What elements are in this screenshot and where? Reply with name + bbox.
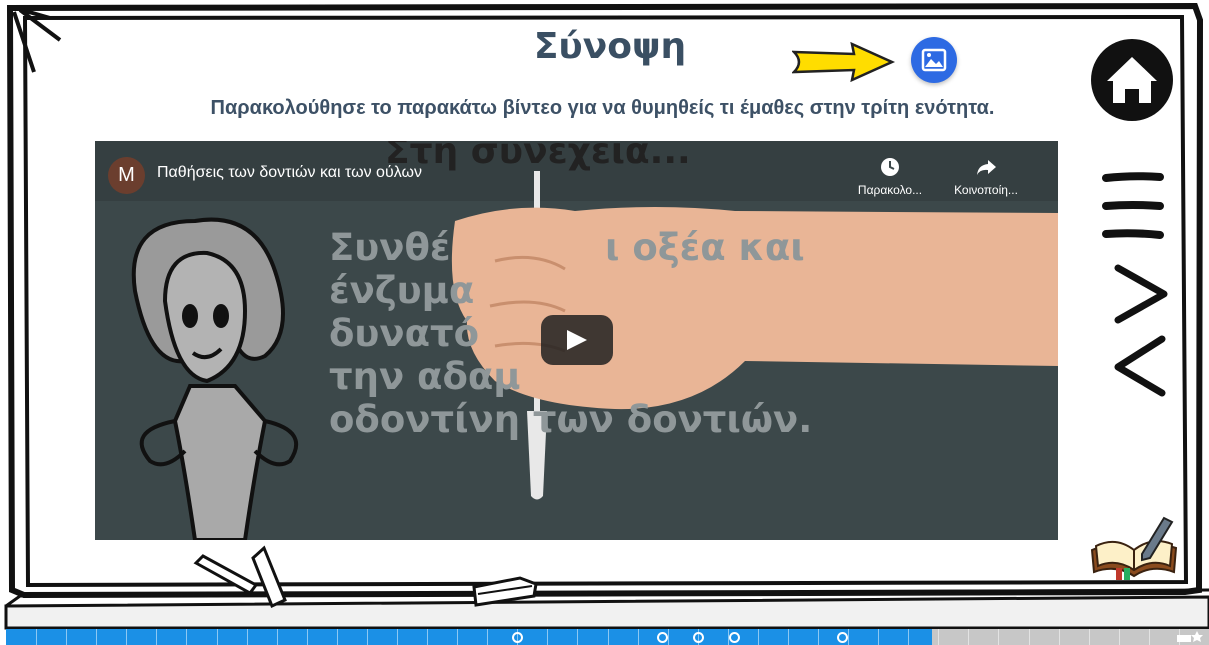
share-icon xyxy=(977,160,996,175)
progress-segment-divider xyxy=(367,629,368,645)
page-subtitle: Παρακολούθησε το παρακάτω βίντεο για να … xyxy=(210,97,995,119)
share-label: Κοινοποίη... xyxy=(954,183,1018,197)
image-icon xyxy=(921,48,947,72)
image-button[interactable] xyxy=(911,37,957,83)
notes-button[interactable] xyxy=(1086,510,1182,582)
progress-segment-divider xyxy=(217,629,218,645)
menu-button[interactable] xyxy=(1102,170,1164,242)
progress-segment-divider xyxy=(66,629,67,645)
progress-segment-divider xyxy=(1149,629,1150,645)
progress-segment-divider xyxy=(788,629,789,645)
home-icon xyxy=(1091,39,1173,121)
progress-marker[interactable] xyxy=(693,632,704,643)
progress-segment-divider xyxy=(818,629,819,645)
progress-segment-divider xyxy=(277,629,278,645)
video-title[interactable]: Παθήσεις των δοντιών και των ούλων xyxy=(157,164,422,182)
share-button[interactable]: Κοινοποίη... xyxy=(941,155,1031,197)
progress-segment-divider xyxy=(848,629,849,645)
progress-segment-divider xyxy=(307,629,308,645)
bookmark-star-icon[interactable] xyxy=(1177,631,1203,643)
hamburger-menu-icon xyxy=(1102,172,1164,239)
clock-icon xyxy=(881,158,899,176)
progress-marker[interactable] xyxy=(657,632,668,643)
progress-marker[interactable] xyxy=(512,632,523,643)
progress-segment-divider xyxy=(758,629,759,645)
channel-avatar[interactable]: M xyxy=(108,157,145,194)
notebook-pen-icon xyxy=(1090,516,1178,580)
progress-segment-divider xyxy=(1119,629,1120,645)
arrow-right-icon xyxy=(792,42,896,82)
progress-segment-divider xyxy=(938,629,939,645)
progress-marker[interactable] xyxy=(837,632,848,643)
progress-segment-divider xyxy=(126,629,127,645)
watch-later-label: Παρακολο... xyxy=(857,183,923,197)
video-player[interactable]: Στη συνέχεια... Συνθέ ι οξέα και ένζυμα … xyxy=(95,141,1058,540)
previous-button[interactable] xyxy=(1110,333,1170,399)
progress-segment-divider xyxy=(247,629,248,645)
progress-segment-divider xyxy=(1059,629,1060,645)
video-heading-text: Στη συνέχεια... xyxy=(385,141,691,172)
progress-segment-divider xyxy=(156,629,157,645)
progress-segment-divider xyxy=(1089,629,1090,645)
watch-later-button[interactable]: Παρακολο... xyxy=(845,155,935,197)
progress-segment-divider xyxy=(668,629,669,645)
progress-marker[interactable] xyxy=(729,632,740,643)
progress-segment-divider xyxy=(968,629,969,645)
slide-progress-bar[interactable] xyxy=(6,629,1209,645)
progress-segment-divider xyxy=(577,629,578,645)
progress-segment-divider xyxy=(427,629,428,645)
progress-segment-divider xyxy=(908,629,909,645)
chevron-left-icon xyxy=(1114,335,1166,397)
progress-segment-divider xyxy=(1029,629,1030,645)
home-button[interactable] xyxy=(1089,37,1175,123)
progress-segment-divider xyxy=(878,629,879,645)
next-button[interactable] xyxy=(1110,262,1170,326)
progress-segment-divider xyxy=(397,629,398,645)
progress-segment-divider xyxy=(457,629,458,645)
progress-segment-divider xyxy=(608,629,609,645)
progress-segment-divider xyxy=(337,629,338,645)
chevron-right-icon xyxy=(1114,264,1168,324)
progress-segment-divider xyxy=(487,629,488,645)
progress-segment-divider xyxy=(638,629,639,645)
play-icon xyxy=(567,330,587,350)
progress-segment-divider xyxy=(96,629,97,645)
progress-fill xyxy=(6,629,933,645)
progress-segment-divider xyxy=(998,629,999,645)
progress-segment-divider xyxy=(186,629,187,645)
progress-segment-divider xyxy=(36,629,37,645)
play-button[interactable] xyxy=(541,315,613,365)
progress-segment-divider xyxy=(547,629,548,645)
page-title: Σύνοψη xyxy=(533,26,687,67)
